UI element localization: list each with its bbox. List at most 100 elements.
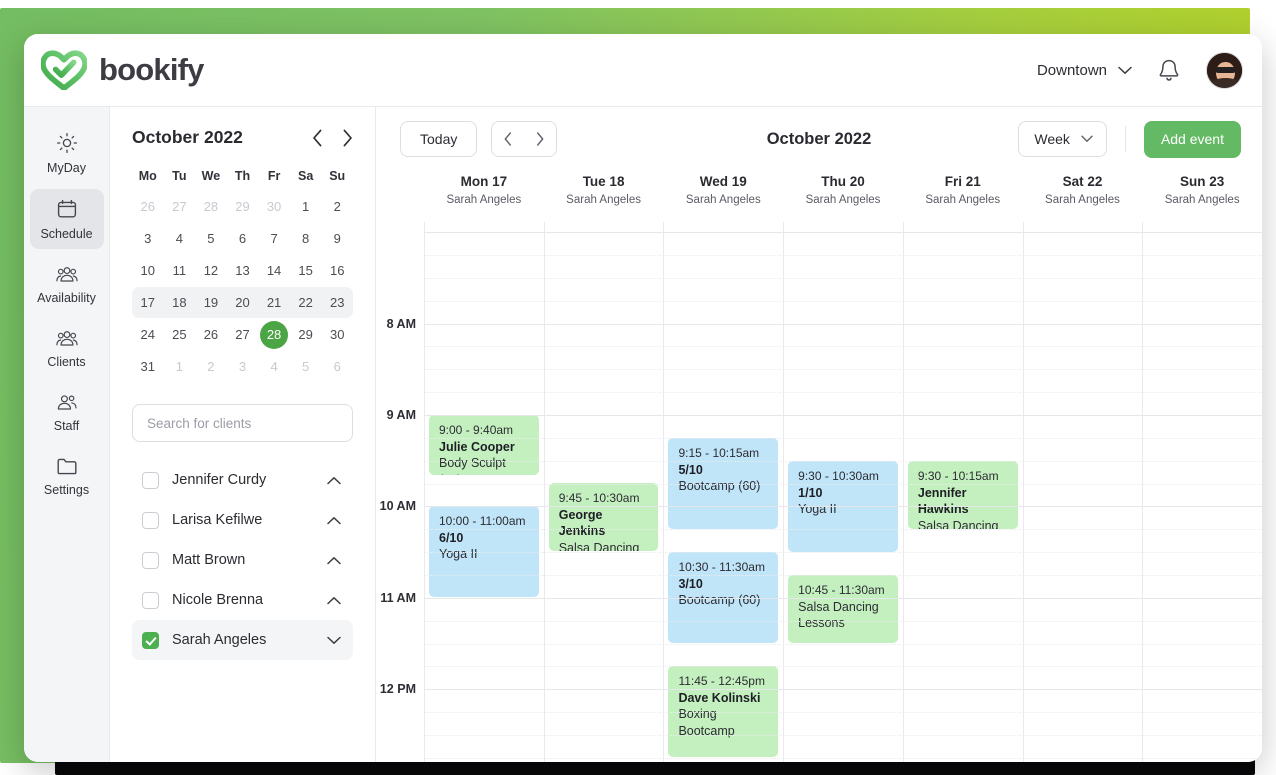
- mini-calendar-day[interactable]: 22: [289, 287, 322, 318]
- mini-calendar-day[interactable]: 27: [164, 191, 196, 222]
- mini-calendar-day[interactable]: 2: [321, 191, 353, 222]
- chevron-left-icon[interactable]: [312, 129, 323, 147]
- mini-calendar-day[interactable]: 29: [227, 191, 259, 222]
- chevron-down-icon: [1118, 66, 1132, 74]
- calendar-grid-scroll[interactable]: 9 AM10 AM11 AM12 PM1 PM8 AM 9:00 - 9:40a…: [376, 222, 1262, 762]
- location-selector[interactable]: Downtown: [1037, 62, 1132, 79]
- calendar-event[interactable]: 9:45 - 10:30am George Jenkins Salsa Dancin…: [548, 483, 659, 551]
- mini-calendar-day[interactable]: 3: [132, 223, 164, 254]
- time-label: 10 AM: [379, 499, 416, 514]
- calendar-event[interactable]: 10:00 - 11:00am 6/10 Yoga II: [429, 506, 539, 597]
- client-checkbox[interactable]: [142, 591, 159, 609]
- day-column-header[interactable]: Thu 20 Sarah Angeles: [783, 171, 903, 222]
- day-column-header[interactable]: Fri 21 Sarah Angeles: [903, 171, 1023, 222]
- client-checkbox[interactable]: [142, 631, 159, 649]
- mini-calendar-day[interactable]: 24: [132, 319, 164, 350]
- day-column-header[interactable]: Mon 17 Sarah Angeles: [424, 171, 544, 222]
- view-selector[interactable]: Week: [1018, 121, 1107, 157]
- calendar-event[interactable]: 11:45 - 12:45pm Dave Kolinski Boxing Bootc…: [668, 666, 779, 757]
- day-column-header[interactable]: Sun 23 Sarah Angeles: [1142, 171, 1262, 222]
- mini-calendar-day[interactable]: 4: [164, 223, 196, 254]
- mini-calendar-day[interactable]: 30: [258, 191, 290, 222]
- mini-calendar-day[interactable]: 29: [290, 319, 322, 350]
- client-checkbox[interactable]: [142, 551, 159, 569]
- prev-week-button[interactable]: [492, 122, 525, 156]
- list-item[interactable]: Matt Brown: [132, 540, 353, 580]
- mini-calendar-day[interactable]: 1: [164, 351, 196, 382]
- calendar-event[interactable]: 10:30 - 11:30am 3/10 Bootcamp (60): [668, 552, 779, 643]
- mini-calendar-day[interactable]: 19: [195, 287, 227, 318]
- mini-calendar-day[interactable]: 7: [258, 223, 290, 254]
- calendar-event[interactable]: 9:00 - 9:40am Julie Cooper Body Sculpt (40…: [429, 415, 539, 475]
- sidebar-item-clients[interactable]: Clients: [30, 319, 104, 377]
- day-lane[interactable]: 9:30 - 10:30am 1/10 Yoga II 10:45 - 11:30am…: [783, 222, 903, 762]
- list-item[interactable]: Sarah Angeles: [132, 620, 353, 660]
- day-lane[interactable]: 9:45 - 10:30am George Jenkins Salsa Dancin…: [543, 222, 664, 762]
- mini-calendar-day[interactable]: 10: [132, 255, 164, 286]
- day-column-header[interactable]: Sat 22 Sarah Angeles: [1023, 171, 1143, 222]
- mini-calendar-day[interactable]: 26: [132, 191, 164, 222]
- next-week-button[interactable]: [524, 122, 557, 156]
- mini-calendar-day[interactable]: 8: [290, 223, 322, 254]
- mini-calendar-day[interactable]: 15: [290, 255, 322, 286]
- mini-calendar-day[interactable]: 28: [195, 191, 227, 222]
- calendar-event[interactable]: 9:30 - 10:15am Jennifer Hawkins Salsa Danc…: [907, 461, 1018, 529]
- today-button[interactable]: Today: [400, 121, 478, 157]
- day-lane[interactable]: [1022, 222, 1143, 762]
- client-checkbox[interactable]: [142, 471, 159, 489]
- client-checkbox[interactable]: [142, 511, 159, 529]
- search-input[interactable]: [132, 404, 353, 442]
- mini-calendar-day[interactable]: 16: [321, 255, 353, 286]
- time-label: 12 PM: [379, 682, 416, 697]
- day-lanes: 9:00 - 9:40am Julie Cooper Body Sculpt (40…: [424, 222, 1262, 762]
- day-lane[interactable]: 9:15 - 10:15am 5/10 Bootcamp (60) 10:30 - 1…: [663, 222, 783, 762]
- mini-calendar-day[interactable]: 31: [132, 351, 164, 382]
- mini-calendar-day[interactable]: 21: [258, 287, 290, 318]
- bell-icon[interactable]: [1158, 58, 1180, 82]
- mini-calendar-day[interactable]: 1: [290, 191, 322, 222]
- mini-calendar-day[interactable]: 6: [321, 351, 353, 382]
- mini-calendar-day[interactable]: 26: [195, 319, 227, 350]
- chevron-right-icon[interactable]: [342, 129, 353, 147]
- mini-calendar-day[interactable]: 2: [195, 351, 227, 382]
- brand-logo[interactable]: bookify: [24, 50, 204, 90]
- day-column-header[interactable]: Wed 19 Sarah Angeles: [663, 171, 783, 222]
- day-header-staff: Sarah Angeles: [446, 194, 522, 206]
- sidebar-item-schedule[interactable]: Schedule: [29, 189, 104, 249]
- mini-calendar-day[interactable]: 25: [164, 319, 196, 350]
- mini-calendar-day[interactable]: 23: [321, 287, 353, 318]
- mini-calendar-day[interactable]: 18: [163, 287, 196, 318]
- mini-calendar-day[interactable]: 4: [258, 351, 290, 382]
- mini-calendar-day[interactable]: 9: [321, 223, 353, 254]
- mini-calendar-day[interactable]: 14: [258, 255, 290, 286]
- list-item[interactable]: Jennifer Curdy: [132, 460, 353, 500]
- list-item[interactable]: Nicole Brenna: [132, 580, 353, 620]
- day-column-header[interactable]: Tue 18 Sarah Angeles: [544, 171, 664, 222]
- mini-calendar-day[interactable]: 6: [227, 223, 259, 254]
- mini-calendar-day[interactable]: 28: [258, 319, 290, 350]
- mini-calendar-day[interactable]: 27: [227, 319, 259, 350]
- calendar-event[interactable]: 10:45 - 11:30am Salsa Dancing Lessons: [788, 575, 898, 643]
- mini-calendar-day[interactable]: 20: [226, 287, 259, 318]
- calendar-event[interactable]: 9:30 - 10:30am 1/10 Yoga II: [788, 461, 898, 552]
- calendar-event[interactable]: 9:15 - 10:15am 5/10 Bootcamp (60): [668, 438, 779, 529]
- day-lane[interactable]: 9:00 - 9:40am Julie Cooper Body Sculpt (40…: [424, 222, 544, 762]
- day-lane[interactable]: [1142, 222, 1262, 762]
- avatar[interactable]: [1206, 51, 1243, 89]
- mini-calendar-day[interactable]: 5: [290, 351, 322, 382]
- mini-calendar-day[interactable]: 12: [195, 255, 227, 286]
- sidebar-item-settings[interactable]: Settings: [30, 447, 104, 505]
- mini-calendar-day[interactable]: 30: [321, 319, 353, 350]
- sun-icon: [56, 132, 77, 154]
- list-item[interactable]: Larisa Kefilwe: [132, 500, 353, 540]
- sidebar-item-staff[interactable]: Staff: [30, 383, 104, 441]
- mini-calendar-day[interactable]: 5: [195, 223, 227, 254]
- day-lane[interactable]: 9:30 - 10:15am Jennifer Hawkins Salsa Danc…: [902, 222, 1023, 762]
- mini-calendar-day[interactable]: 13: [227, 255, 259, 286]
- sidebar-item-availability[interactable]: Availability: [30, 255, 104, 313]
- sidebar-item-myday[interactable]: MyDay: [30, 123, 104, 183]
- add-event-button[interactable]: Add event: [1143, 120, 1241, 158]
- mini-calendar-day[interactable]: 11: [164, 255, 196, 286]
- mini-calendar-day[interactable]: 3: [227, 351, 259, 382]
- mini-calendar-day[interactable]: 17: [132, 287, 164, 318]
